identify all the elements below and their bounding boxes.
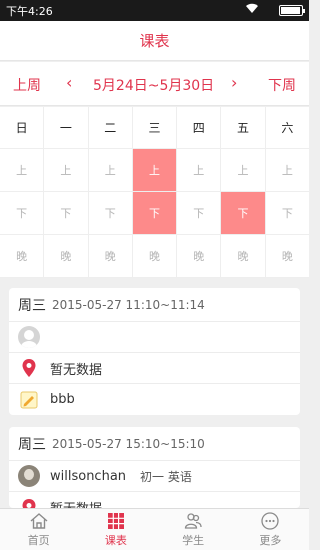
slot-cell[interactable]: 上: [132, 149, 178, 191]
tab-students[interactable]: 学生: [155, 509, 232, 550]
week-navigator: 上周 ‹ 5月24日~5月30日 › 下周: [0, 62, 309, 106]
weekday-header: 六: [281, 121, 294, 135]
slot-cell[interactable]: 晚: [133, 235, 178, 277]
teacher-row: willsonchan 初一 英语: [9, 461, 300, 492]
tab-label: 首页: [27, 534, 50, 547]
teacher-name: willsonchan: [50, 468, 127, 484]
prev-week-button[interactable]: 上周: [13, 75, 41, 95]
grade-subject: 初一 英语: [140, 469, 192, 484]
battery-icon: [279, 5, 305, 16]
slot-cell[interactable]: 下: [221, 192, 266, 234]
lesson-datetime: 2015-05-27 15:10~15:10: [52, 436, 205, 451]
slot-cell[interactable]: 下: [0, 192, 45, 234]
note-row: bbb: [9, 384, 300, 415]
slot-cell[interactable]: 下: [177, 192, 222, 234]
location-row: 暂无数据: [9, 492, 300, 508]
lesson-day: 周三: [18, 297, 46, 314]
weekday-header: 一: [44, 107, 89, 148]
location-text: 暂无数据: [50, 362, 103, 378]
tab-home[interactable]: 首页: [0, 509, 77, 550]
slot-cell[interactable]: 晚: [0, 235, 45, 277]
page-title: 课表: [0, 21, 309, 61]
slot-cell[interactable]: 晚: [177, 235, 222, 277]
weekday-header: 日: [0, 107, 45, 148]
week-range: 5月24日~5月30日: [93, 78, 215, 94]
evening-row: 晚 晚 晚 晚 晚 晚 晚: [0, 235, 309, 278]
tab-label: 学生: [182, 534, 205, 547]
weekday-header-row: 日 一 二 三 四 五 六: [0, 107, 309, 149]
students-icon: [184, 513, 202, 529]
tab-schedule[interactable]: 课表: [77, 509, 154, 550]
location-text: 暂无数据: [50, 498, 102, 508]
teacher-row: [9, 322, 300, 353]
avatar: [18, 326, 40, 348]
slot-cell[interactable]: 晚: [89, 235, 133, 277]
slot-cell[interactable]: 上: [0, 149, 45, 191]
slot-cell[interactable]: 晚: [44, 235, 89, 277]
wifi-icon: [245, 3, 259, 17]
weekday-header: 二: [89, 107, 133, 148]
afternoon-row: 下 下 下 下 下 下 下: [0, 192, 309, 235]
calendar-grid-icon: [107, 513, 124, 529]
weekday-header: 五: [221, 107, 266, 148]
chevron-left-icon[interactable]: ‹: [66, 73, 72, 92]
location-row: 暂无数据: [9, 353, 300, 384]
tab-label: 更多: [259, 534, 282, 547]
slot-cell[interactable]: 下: [132, 192, 178, 234]
note-pencil-icon: [18, 389, 40, 411]
avatar: [18, 465, 40, 487]
status-time: 下午4:26: [6, 5, 53, 18]
slot-cell[interactable]: 下: [89, 192, 133, 234]
lesson-datetime: 2015-05-27 11:10~11:14: [52, 297, 205, 312]
slot-cell[interactable]: 上: [177, 149, 222, 191]
tab-label: 课表: [104, 534, 127, 547]
lesson-header: 周三 2015-05-27 11:10~11:14: [9, 288, 300, 322]
bottom-tab-bar: 首页 课表 学生 更多: [0, 508, 309, 550]
slot-cell[interactable]: 上: [89, 149, 133, 191]
lesson-card[interactable]: 周三 2015-05-27 11:10~11:14 暂无数据 bbb: [9, 288, 300, 415]
more-icon: [261, 512, 280, 530]
weekday-header: 三: [133, 107, 178, 148]
next-week-button[interactable]: 下周: [268, 75, 296, 95]
location-pin-icon: [18, 357, 40, 379]
weekday-header: 四: [177, 107, 222, 148]
note-text: bbb: [50, 392, 75, 407]
lesson-header: 周三 2015-05-27 15:10~15:10: [9, 427, 300, 461]
chevron-right-icon[interactable]: ›: [231, 73, 237, 92]
lesson-day: 周三: [18, 436, 46, 453]
morning-row: 上 上 上 上 上 上 上: [0, 149, 309, 192]
slot-cell[interactable]: 上: [266, 149, 309, 191]
slot-cell[interactable]: 上: [44, 149, 89, 191]
lesson-card[interactable]: 周三 2015-05-27 15:10~15:10 willsonchan 初一…: [9, 427, 300, 508]
slot-cell[interactable]: 晚: [221, 235, 266, 277]
slot-cell[interactable]: 上: [221, 149, 266, 191]
slot-cell[interactable]: 下: [266, 192, 309, 234]
tab-more[interactable]: 更多: [232, 509, 309, 550]
location-pin-icon: [18, 497, 40, 508]
status-bar: 下午4:26: [0, 0, 309, 21]
slot-cell[interactable]: 下: [44, 192, 89, 234]
schedule-grid: 日 一 二 三 四 五 六 上 上 上 上 上 上 上 下 下 下 下 下 下 …: [0, 107, 309, 278]
slot-cell[interactable]: 晚: [266, 235, 309, 277]
home-icon: [30, 513, 48, 529]
